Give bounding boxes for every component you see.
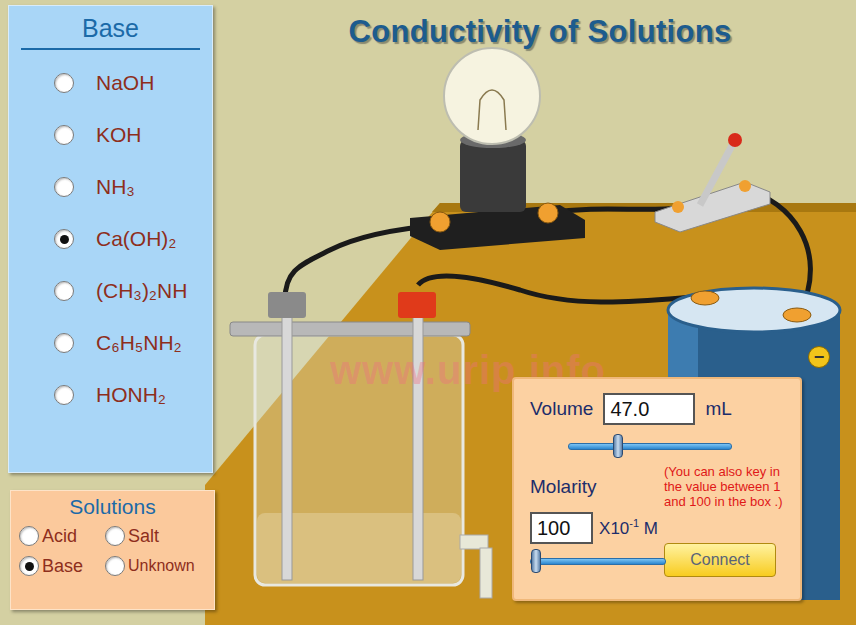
battery-minus-icon: − xyxy=(808,346,830,368)
solutions-panel: Solutions Acid Salt Base Unknown xyxy=(10,490,215,610)
base-option[interactable]: NaOH xyxy=(54,63,212,103)
base-option[interactable]: C₆H₅NH₂ xyxy=(54,323,212,363)
radio-button[interactable] xyxy=(54,229,74,249)
control-panel: Volume 47.0 mL Molarity 100 X10-1 M (You can a… xyxy=(512,377,802,601)
radio-button[interactable] xyxy=(54,333,74,353)
radio-button[interactable] xyxy=(54,177,74,197)
radio-button[interactable] xyxy=(54,73,74,93)
radio-button[interactable] xyxy=(105,526,125,546)
radio-button[interactable] xyxy=(54,281,74,301)
base-option[interactable]: NH₃ xyxy=(54,167,212,207)
option-label: Acid xyxy=(42,526,77,547)
base-panel: Base NaOH KOH NH₃ Ca(OH)₂ (CH₃)₂NH C₆H₅NH₂ HONH… xyxy=(8,5,213,473)
base-list: NaOH KOH NH₃ Ca(OH)₂ (CH₃)₂NH C₆H₅NH₂ HONH₂ xyxy=(9,50,212,415)
molarity-row: 100 X10-1 M xyxy=(530,512,658,544)
solution-option[interactable]: Base xyxy=(19,554,105,578)
option-label: Ca(OH)₂ xyxy=(96,227,176,251)
hint-text: (You can also key in the value between 1… xyxy=(664,464,788,509)
option-label: Base xyxy=(42,556,83,577)
radio-dot xyxy=(60,235,69,244)
volume-unit: mL xyxy=(705,398,731,420)
hint-column: (You can also key in the value between 1… xyxy=(664,464,788,577)
radio-dot xyxy=(25,562,34,571)
base-option[interactable]: HONH₂ xyxy=(54,375,212,415)
radio-button[interactable] xyxy=(54,385,74,405)
molarity-slider[interactable] xyxy=(530,558,666,565)
solution-option[interactable]: Unknown xyxy=(105,554,215,578)
molarity-column: Molarity 100 X10-1 M xyxy=(530,464,658,577)
option-label: (CH₃)₂NH xyxy=(96,279,187,303)
solution-option[interactable]: Acid xyxy=(19,524,105,548)
molarity-section: Molarity 100 X10-1 M (You can also key in t… xyxy=(530,464,788,577)
unit-m: M xyxy=(644,519,658,538)
panel-title: Solutions xyxy=(11,494,214,520)
molarity-label: Molarity xyxy=(530,476,658,498)
app-title: Conductivity of Solutions xyxy=(300,14,780,50)
option-label: Salt xyxy=(128,526,159,547)
unit-exponent: -1 xyxy=(629,517,639,529)
option-label: HONH₂ xyxy=(96,383,166,407)
base-option[interactable]: Ca(OH)₂ xyxy=(54,219,212,259)
option-label: C₆H₅NH₂ xyxy=(96,331,182,355)
volume-row: Volume 47.0 mL xyxy=(530,393,788,425)
radio-button[interactable] xyxy=(105,556,125,576)
base-option[interactable]: (CH₃)₂NH xyxy=(54,271,212,311)
title-underline xyxy=(21,48,200,50)
molarity-input[interactable]: 100 xyxy=(530,512,593,544)
option-label: NaOH xyxy=(96,71,154,95)
unit-base: X10 xyxy=(599,519,629,538)
slider-thumb[interactable] xyxy=(531,549,541,573)
connect-button[interactable]: Connect xyxy=(664,543,776,577)
switch-lever[interactable] xyxy=(700,140,735,205)
base-option[interactable]: KOH xyxy=(54,115,212,155)
panel-title: Base xyxy=(9,6,212,42)
volume-slider[interactable] xyxy=(568,443,732,450)
option-label: Unknown xyxy=(128,557,195,575)
switch-handle[interactable] xyxy=(728,133,742,147)
volume-input[interactable]: 47.0 xyxy=(603,393,695,425)
radio-button[interactable] xyxy=(19,526,39,546)
volume-label: Volume xyxy=(530,398,593,420)
radio-button[interactable] xyxy=(54,125,74,145)
solutions-list: Acid Salt Base Unknown xyxy=(11,520,214,578)
slider-thumb[interactable] xyxy=(613,434,623,458)
solution-option[interactable]: Salt xyxy=(105,524,215,548)
radio-button[interactable] xyxy=(19,556,39,576)
molarity-unit: X10-1 M xyxy=(599,517,658,539)
bulb xyxy=(444,48,540,144)
option-label: NH₃ xyxy=(96,175,135,199)
option-label: KOH xyxy=(96,123,142,147)
